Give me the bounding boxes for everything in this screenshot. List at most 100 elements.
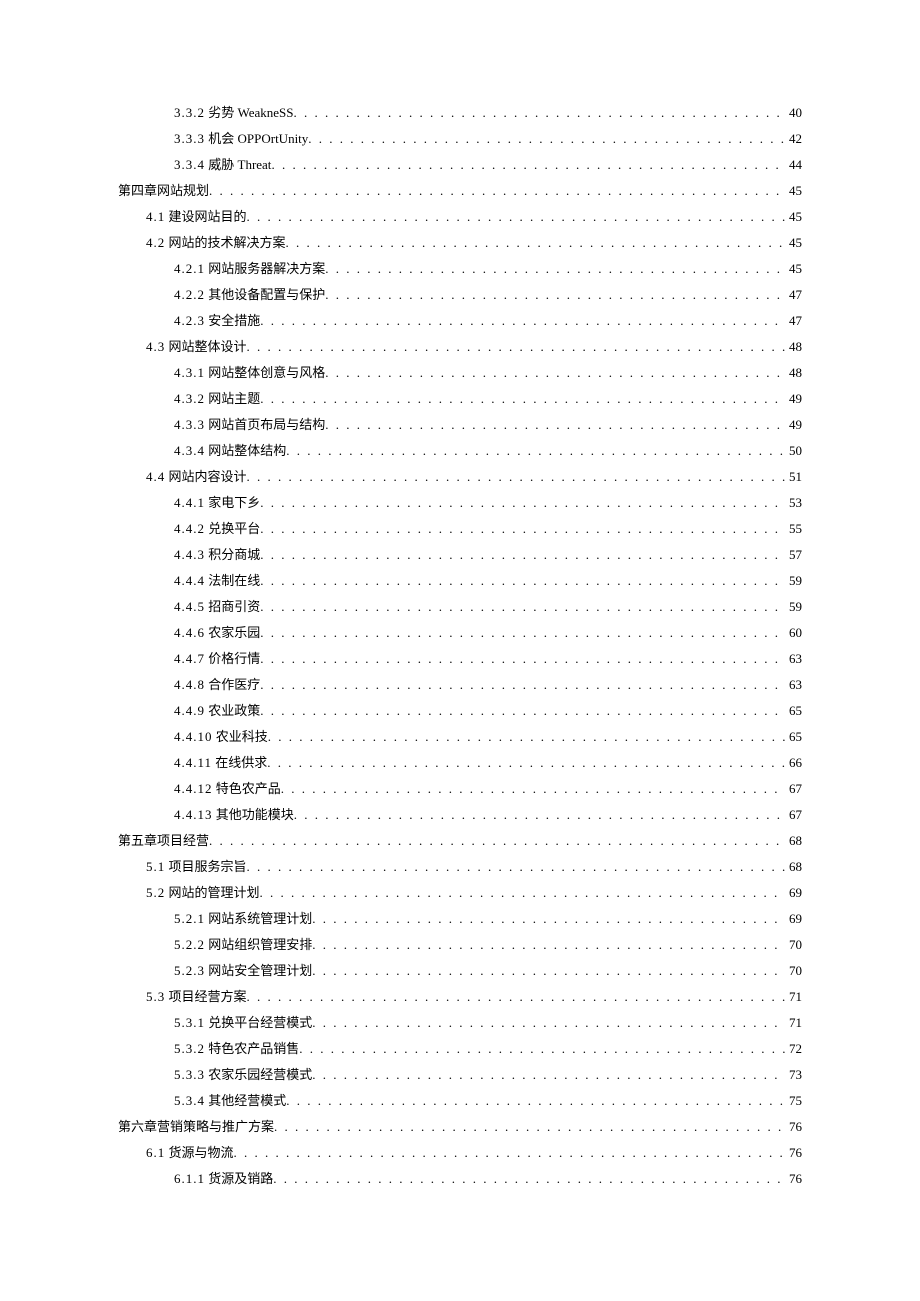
- toc-entry-number: 5.2.1: [174, 911, 205, 926]
- toc-entry[interactable]: 4.1 建设网站目的 45: [118, 204, 802, 230]
- toc-entry[interactable]: 4.4.7 价格行情 63: [118, 646, 802, 672]
- toc-entry[interactable]: 6.1.1 货源及销路 76: [118, 1166, 802, 1192]
- toc-entry-title: 兑换平台: [205, 521, 260, 536]
- toc-entry-title: 网站主题: [205, 391, 260, 406]
- toc-entry[interactable]: 4.4.8 合作医疗 63: [118, 672, 802, 698]
- toc-leader-dots: [260, 880, 785, 906]
- toc-entry-page: 45: [785, 230, 802, 256]
- toc-entry[interactable]: 4.2 网站的技术解决方案 45: [118, 230, 802, 256]
- toc-entry[interactable]: 5.3.2 特色农产品销售 72: [118, 1036, 802, 1062]
- toc-entry-number: 4.4.5: [174, 599, 205, 614]
- toc-leader-dots: [260, 620, 785, 646]
- toc-leader-dots: [260, 386, 785, 412]
- toc-entry-label: 4.4.2 兑换平台: [174, 516, 260, 542]
- toc-entry-page: 55: [785, 516, 802, 542]
- toc-entry-title: 农家乐园: [205, 625, 260, 640]
- toc-entry[interactable]: 5.2.2 网站组织管理安排 70: [118, 932, 802, 958]
- toc-entry-number: 5.3.4: [174, 1093, 205, 1108]
- toc-entry[interactable]: 4.3.3 网站首页布局与结构 49: [118, 412, 802, 438]
- toc-entry-number: 4.3.4: [174, 443, 205, 458]
- toc-entry[interactable]: 5.3.1 兑换平台经营模式 71: [118, 1010, 802, 1036]
- toc-entry[interactable]: 4.4.9 农业政策 65: [118, 698, 802, 724]
- toc-leader-dots: [325, 360, 785, 386]
- toc-entry-page: 48: [785, 360, 802, 386]
- toc-entry[interactable]: 4.4.11 在线供求 66: [118, 750, 802, 776]
- toc-leader-dots: [286, 438, 785, 464]
- toc-entry-number: 4.4.1: [174, 495, 205, 510]
- toc-entry-number: 4.4.4: [174, 573, 205, 588]
- toc-leader-dots: [247, 204, 785, 230]
- toc-entry[interactable]: 4.4.4 法制在线 59: [118, 568, 802, 594]
- toc-entry[interactable]: 5.2 网站的管理计划 69: [118, 880, 802, 906]
- toc-entry[interactable]: 4.2.2 其他设备配置与保护 47: [118, 282, 802, 308]
- toc-entry[interactable]: 第五章项目经营 68: [118, 828, 802, 854]
- toc-entry-title: 特色农产品: [213, 781, 281, 796]
- toc-entry[interactable]: 3.3.2 劣势 WeakneSS 40: [118, 100, 802, 126]
- toc-entry-page: 50: [785, 438, 802, 464]
- toc-leader-dots: [260, 308, 785, 334]
- toc-entry-page: 75: [785, 1088, 802, 1114]
- toc-entry-title: 安全措施: [205, 313, 260, 328]
- toc-entry-title: 其他功能模块: [213, 807, 294, 822]
- toc-entry[interactable]: 3.3.3 机会 OPPOrtUnity 42: [118, 126, 802, 152]
- toc-entry-label: 4.4.4 法制在线: [174, 568, 260, 594]
- toc-entry-title: 网站服务器解决方案: [205, 261, 325, 276]
- toc-entry-number: 6.1: [146, 1145, 165, 1160]
- toc-entry[interactable]: 3.3.4 威胁 Threat 44: [118, 152, 802, 178]
- toc-entry-label: 4.4.13 其他功能模块: [174, 802, 294, 828]
- toc-entry[interactable]: 5.3 项目经营方案 71: [118, 984, 802, 1010]
- toc-entry[interactable]: 5.2.3 网站安全管理计划 70: [118, 958, 802, 984]
- toc-entry-page: 67: [785, 802, 802, 828]
- toc-entry-page: 59: [785, 594, 802, 620]
- toc-entry-label: 4.2 网站的技术解决方案: [146, 230, 286, 256]
- toc-entry[interactable]: 第四章网站规划 45: [118, 178, 802, 204]
- toc-entry[interactable]: 4.3.4 网站整体结构 50: [118, 438, 802, 464]
- toc-entry-page: 76: [785, 1166, 802, 1192]
- toc-entry[interactable]: 5.2.1 网站系统管理计划 69: [118, 906, 802, 932]
- toc-entry-number: 3.3.2: [174, 105, 205, 120]
- toc-entry-title: 机会 OPPOrtUnity: [205, 131, 308, 146]
- toc-entry[interactable]: 5.1 项目服务宗旨 68: [118, 854, 802, 880]
- toc-entry[interactable]: 4.3 网站整体设计 48: [118, 334, 802, 360]
- toc-leader-dots: [247, 854, 785, 880]
- toc-leader-dots: [209, 828, 785, 854]
- toc-leader-dots: [247, 334, 785, 360]
- toc-entry[interactable]: 5.3.3 农家乐园经营模式 73: [118, 1062, 802, 1088]
- toc-entry-number: 5.3.2: [174, 1041, 205, 1056]
- toc-entry[interactable]: 4.4.10 农业科技 65: [118, 724, 802, 750]
- toc-entry-label: 5.3.3 农家乐园经营模式: [174, 1062, 312, 1088]
- toc-entry[interactable]: 4.4.5 招商引资 59: [118, 594, 802, 620]
- toc-entry[interactable]: 4.4.12 特色农产品 67: [118, 776, 802, 802]
- toc-leader-dots: [308, 126, 785, 152]
- toc-leader-dots: [312, 1010, 785, 1036]
- toc-entry[interactable]: 第六章营销策略与推广方案 76: [118, 1114, 802, 1140]
- toc-entry-title: 价格行情: [205, 651, 260, 666]
- toc-entry-page: 53: [785, 490, 802, 516]
- toc-leader-dots: [260, 672, 785, 698]
- toc-entry-number: 4.2.1: [174, 261, 205, 276]
- toc-entry-number: 4.3: [146, 339, 165, 354]
- toc-entry-label: 4.2.1 网站服务器解决方案: [174, 256, 325, 282]
- toc-entry[interactable]: 4.4.2 兑换平台 55: [118, 516, 802, 542]
- toc-leader-dots: [260, 490, 785, 516]
- toc-entry-number: 4.4.3: [174, 547, 205, 562]
- toc-entry-page: 68: [785, 854, 802, 880]
- toc-entry[interactable]: 4.2.1 网站服务器解决方案 45: [118, 256, 802, 282]
- toc-entry[interactable]: 4.4.6 农家乐园 60: [118, 620, 802, 646]
- toc-entry-label: 4.3.1 网站整体创意与风格: [174, 360, 325, 386]
- toc-entry[interactable]: 6.1 货源与物流 76: [118, 1140, 802, 1166]
- toc-leader-dots: [312, 958, 785, 984]
- toc-entry-page: 76: [785, 1140, 802, 1166]
- toc-entry[interactable]: 4.4.1 家电下乡 53: [118, 490, 802, 516]
- toc-entry[interactable]: 4.3.2 网站主题 49: [118, 386, 802, 412]
- toc-entry[interactable]: 4.3.1 网站整体创意与风格 48: [118, 360, 802, 386]
- toc-entry-label: 4.4.11 在线供求: [174, 750, 267, 776]
- toc-entry[interactable]: 4.2.3 安全措施 47: [118, 308, 802, 334]
- toc-entry[interactable]: 4.4.3 积分商城 57: [118, 542, 802, 568]
- toc-entry[interactable]: 4.4 网站内容设计 51: [118, 464, 802, 490]
- toc-entry-label: 3.3.4 威胁 Threat: [174, 152, 271, 178]
- toc-entry[interactable]: 4.4.13 其他功能模块 67: [118, 802, 802, 828]
- toc-entry[interactable]: 5.3.4 其他经营模式 75: [118, 1088, 802, 1114]
- toc-entry-label: 5.2.3 网站安全管理计划: [174, 958, 312, 984]
- toc-entry-label: 5.2.2 网站组织管理安排: [174, 932, 312, 958]
